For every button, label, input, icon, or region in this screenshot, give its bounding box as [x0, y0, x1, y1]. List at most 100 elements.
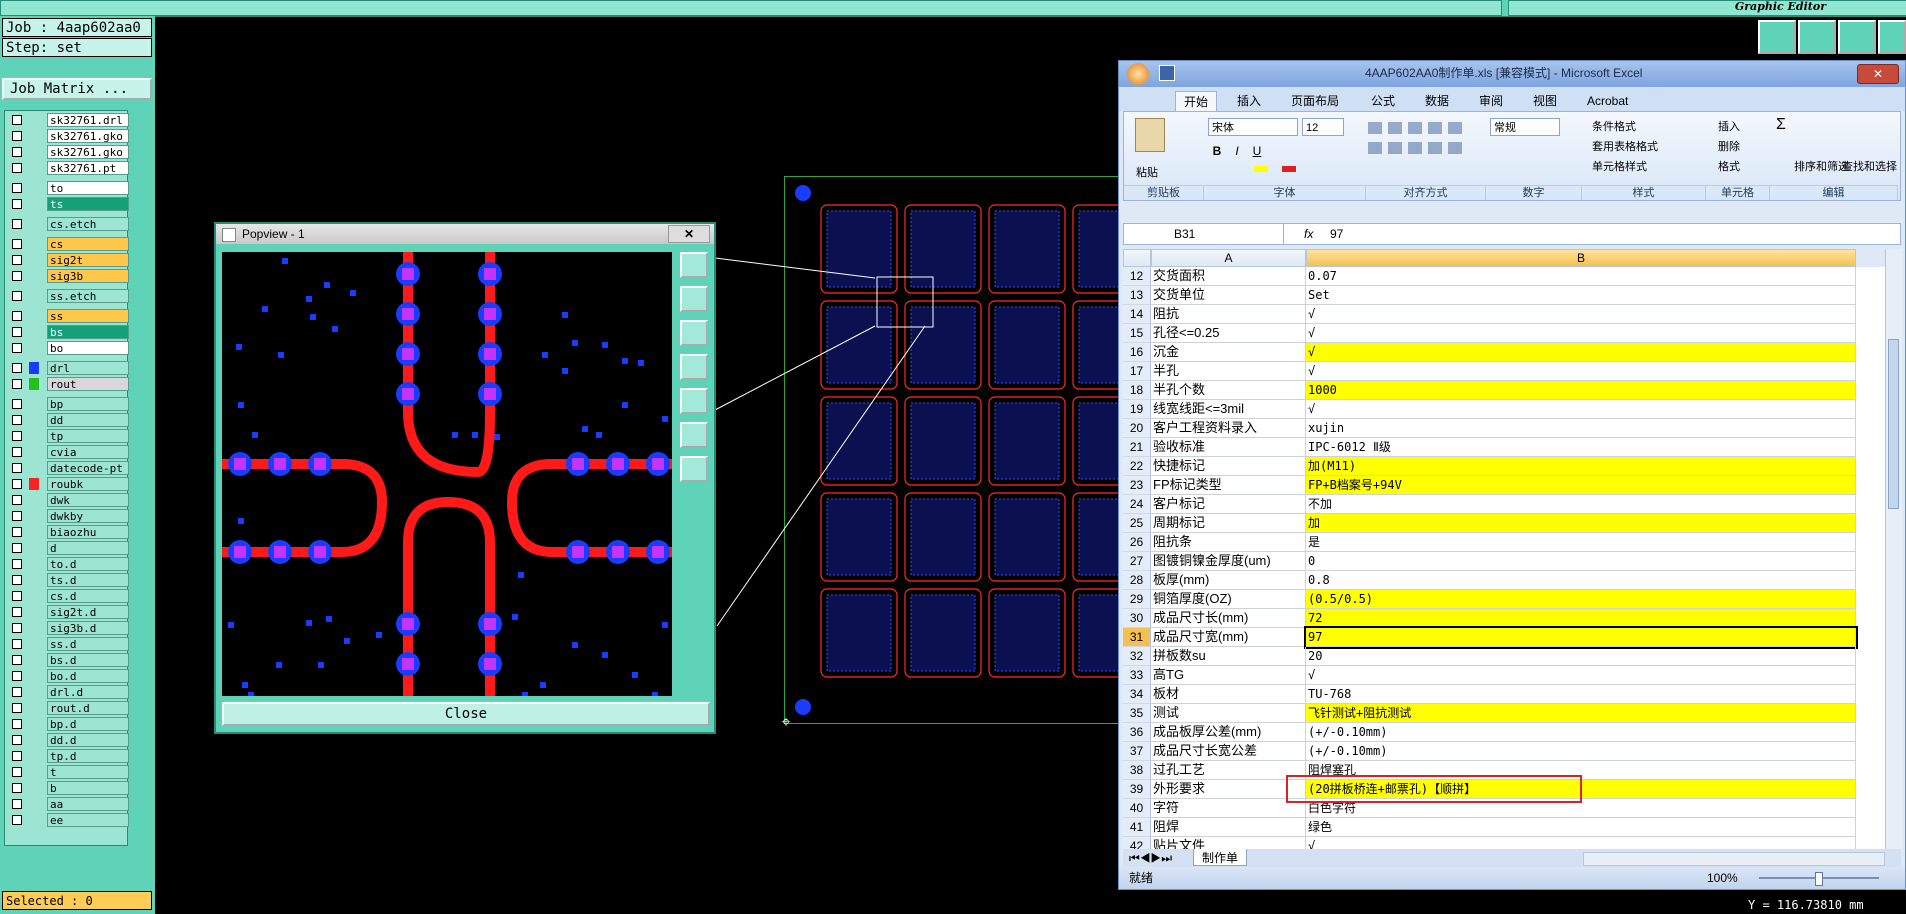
table-row[interactable]: 19 线宽线距<=3mil √	[1123, 400, 1885, 419]
row-number[interactable]: 21	[1123, 438, 1151, 457]
layer-row[interactable]: cs	[9, 237, 129, 251]
layer-name[interactable]: biaozhu	[47, 525, 129, 539]
layer-name[interactable]: cs.d	[47, 589, 129, 603]
pan-right-icon[interactable]	[680, 388, 708, 414]
layer-name[interactable]: dd.d	[47, 733, 129, 747]
table-row[interactable]: 25 周期标记加	[1123, 514, 1885, 533]
layer-checkbox[interactable]	[12, 363, 22, 373]
font-size-select[interactable]: 12	[1302, 118, 1344, 136]
ribbon-tab[interactable]: 审阅	[1471, 91, 1511, 111]
fx-icon[interactable]: fx	[1304, 224, 1313, 244]
save-icon[interactable]	[1159, 65, 1175, 81]
cell-a[interactable]: 客户工程资料录入	[1151, 419, 1306, 438]
cell-a[interactable]: 板材	[1151, 685, 1306, 704]
layer-checkbox[interactable]	[12, 219, 22, 229]
layer-name[interactable]: sk32761.drl	[47, 113, 129, 127]
layer-checkbox[interactable]	[12, 687, 22, 697]
layer-checkbox[interactable]	[12, 799, 22, 809]
layer-row[interactable]: bp.d	[9, 717, 129, 731]
layer-row[interactable]: rout.d	[9, 701, 129, 715]
cell-a[interactable]: 孔径<=0.25	[1151, 324, 1306, 343]
cell-b[interactable]: 20	[1306, 647, 1856, 666]
cell-b[interactable]: 是	[1306, 533, 1856, 552]
cell-b[interactable]: (+/-0.10mm)	[1306, 723, 1856, 742]
cell-a[interactable]: 成品板厚公差(mm)	[1151, 723, 1306, 742]
layer-name[interactable]: sk32761.gko	[47, 145, 129, 159]
row-number[interactable]: 33	[1123, 666, 1151, 685]
row-number[interactable]: 42	[1123, 837, 1151, 849]
layer-name[interactable]: bs	[47, 325, 129, 339]
layer-name[interactable]: sig3b	[47, 269, 129, 283]
row-number[interactable]: 39	[1123, 780, 1151, 799]
layer-name[interactable]: d	[47, 541, 129, 555]
table-row[interactable]: 37 成品尺寸长宽公差 (+/-0.10mm)	[1123, 742, 1885, 761]
cell-b[interactable]: √	[1306, 343, 1856, 362]
table-row[interactable]: 31 成品尺寸宽(mm) 97	[1123, 626, 1885, 649]
cell-b[interactable]: 0.07	[1306, 267, 1856, 286]
row-number[interactable]: 17	[1123, 362, 1151, 381]
bold-button[interactable]: B	[1208, 142, 1226, 160]
column-header-b[interactable]: B	[1306, 249, 1856, 267]
layer-checkbox[interactable]	[12, 255, 22, 265]
number-format-select[interactable]: 常规	[1490, 118, 1560, 136]
pan-up-icon[interactable]	[680, 286, 708, 312]
row-number[interactable]: 22	[1123, 457, 1151, 476]
layer-checkbox[interactable]	[12, 379, 22, 389]
cell-style-button[interactable]: 单元格样式	[1592, 158, 1647, 174]
cell-a[interactable]: 板厚(mm)	[1151, 571, 1306, 590]
layer-checkbox[interactable]	[12, 147, 22, 157]
name-box[interactable]: B31	[1124, 224, 1284, 244]
layer-checkbox[interactable]	[12, 767, 22, 777]
cell-b[interactable]: (0.5/0.5)	[1306, 590, 1856, 609]
layer-checkbox[interactable]	[12, 311, 22, 321]
layer-row[interactable]: t	[9, 765, 129, 779]
layer-name[interactable]: ss	[47, 309, 129, 323]
cell-a[interactable]: 铜箔厚度(OZ)	[1151, 590, 1306, 609]
layer-name[interactable]: roubk	[47, 477, 129, 491]
cell-b[interactable]: xujin	[1306, 419, 1856, 438]
cell-a[interactable]: 贴片文件	[1151, 837, 1306, 849]
layer-name[interactable]: tp.d	[47, 749, 129, 763]
ribbon-tab[interactable]: 插入	[1229, 91, 1269, 111]
cell-a[interactable]: 字符	[1151, 799, 1306, 818]
cell-b[interactable]: √	[1306, 666, 1856, 685]
zoom-fit-icon[interactable]	[680, 252, 708, 278]
cell-a[interactable]: 成品尺寸长(mm)	[1151, 609, 1306, 628]
layer-checkbox[interactable]	[12, 183, 22, 193]
pan-down-icon[interactable]	[680, 320, 708, 346]
table-row[interactable]: 18 半孔个数 1000	[1123, 381, 1885, 400]
cell-b[interactable]: 1000	[1306, 381, 1856, 400]
layer-row[interactable]: to	[9, 181, 129, 195]
popview-close-button[interactable]: Close	[222, 702, 710, 726]
layer-row[interactable]: bs	[9, 325, 129, 339]
cell-a[interactable]: 成品尺寸宽(mm)	[1151, 628, 1306, 647]
layer-name[interactable]: to	[47, 181, 129, 195]
row-number[interactable]: 32	[1123, 647, 1151, 666]
layer-name[interactable]: dd	[47, 413, 129, 427]
layer-name[interactable]: t	[47, 765, 129, 779]
layer-row[interactable]: bp	[9, 397, 129, 411]
table-row[interactable]: 26 阻抗条是	[1123, 533, 1885, 552]
download-icon[interactable]	[1798, 20, 1836, 54]
cell-a[interactable]: 图镀铜镍金厚度(um)	[1151, 552, 1306, 571]
layer-checkbox[interactable]	[12, 543, 22, 553]
cell-b[interactable]: IPC-6012 Ⅱ级	[1306, 438, 1856, 457]
table-row[interactable]: 41 阻焊 绿色	[1123, 818, 1885, 837]
layer-checkbox[interactable]	[12, 527, 22, 537]
zoom-slider[interactable]	[1759, 872, 1879, 886]
cell-b[interactable]: 97	[1304, 626, 1858, 649]
font-color-icon[interactable]	[1282, 166, 1296, 172]
popview-close-icon[interactable]: ✕	[668, 225, 710, 243]
layer-row[interactable]: to.d	[9, 557, 129, 571]
layer-row[interactable]: rout	[9, 377, 129, 391]
layer-name[interactable]: rout	[47, 377, 129, 391]
cell-a[interactable]: 周期标记	[1151, 514, 1306, 533]
row-number[interactable]: 13	[1123, 286, 1151, 305]
cell-b[interactable]: (+/-0.10mm)	[1306, 742, 1856, 761]
cell-a[interactable]: 拼板数su	[1151, 647, 1306, 666]
layer-checkbox[interactable]	[12, 115, 22, 125]
layer-name[interactable]: ss.etch	[47, 289, 129, 303]
row-number[interactable]: 23	[1123, 476, 1151, 495]
cell-a[interactable]: 阻抗	[1151, 305, 1306, 324]
layer-checkbox[interactable]	[12, 639, 22, 649]
